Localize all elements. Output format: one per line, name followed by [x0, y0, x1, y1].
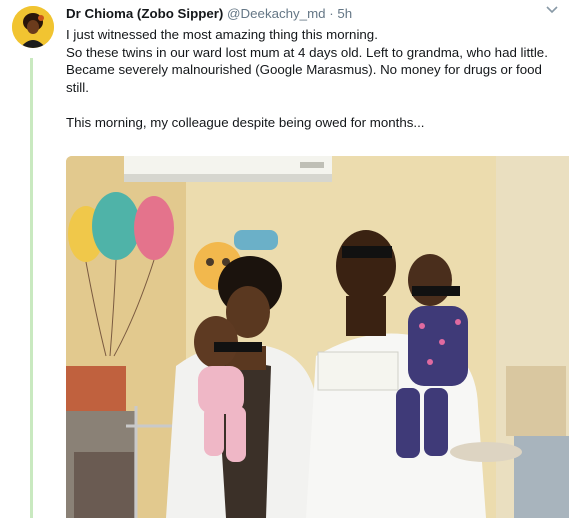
tweet-line: I just witnessed the most amazing thing … — [66, 27, 378, 42]
tweet-text: I just witnessed the most amazing thing … — [66, 26, 566, 131]
chevron-down-icon[interactable] — [545, 6, 559, 16]
tweet-timestamp[interactable]: 5h — [337, 6, 352, 21]
tweet-line: So these twins in our ward lost mum at 4… — [66, 44, 548, 95]
author-handle[interactable]: @Deekachy_md — [227, 6, 326, 21]
author-name[interactable]: Dr Chioma (Zobo Sipper) — [66, 6, 223, 21]
tweet-header: Dr Chioma (Zobo Sipper) @Deekachy_md · 5… — [66, 6, 559, 24]
tweet-photo[interactable] — [66, 156, 569, 518]
thread-connector-line — [30, 58, 33, 518]
author-avatar[interactable] — [12, 6, 54, 48]
tweet-line: This morning, my colleague despite being… — [66, 114, 425, 130]
separator-dot: · — [329, 6, 334, 21]
